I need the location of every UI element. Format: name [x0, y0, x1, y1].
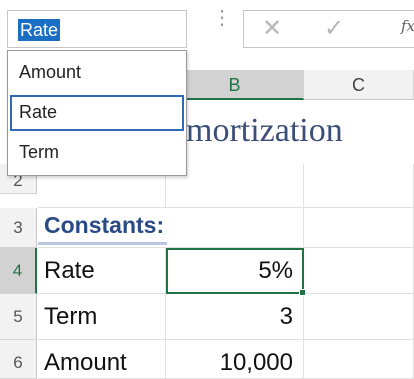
column-header-c[interactable]: C — [304, 70, 414, 100]
close-icon[interactable]: ✕ — [262, 17, 282, 41]
heading-underline — [38, 242, 167, 245]
row-header-6[interactable]: 6 — [0, 340, 37, 379]
cell-a4[interactable]: Rate — [38, 248, 166, 294]
cell-c5[interactable] — [304, 294, 414, 340]
active-cell-border — [166, 248, 304, 294]
name-box-value[interactable]: Rate — [18, 19, 61, 41]
cell-c3[interactable] — [304, 208, 414, 248]
dropdown-item-rate[interactable]: Rate — [10, 95, 184, 131]
row-header-5[interactable]: 5 — [0, 294, 37, 340]
cell-c6[interactable] — [304, 340, 414, 379]
splitter-handle[interactable]: ⋮ — [212, 8, 232, 40]
fill-handle[interactable] — [299, 289, 306, 296]
amount-label: Amount — [44, 349, 127, 376]
cell-c2[interactable] — [304, 164, 414, 208]
dropdown-item-term[interactable]: Term — [10, 135, 184, 171]
cell-b5[interactable]: 3 — [166, 294, 304, 340]
cell-a5[interactable]: Term — [38, 294, 166, 340]
amount-value: 10,000 — [219, 349, 293, 376]
checkmark-icon[interactable]: ✓ — [324, 17, 344, 41]
cell-a6[interactable]: Amount — [38, 340, 166, 379]
title-cell[interactable]: mortization — [166, 100, 414, 164]
formula-bar[interactable]: ✕ ✓ — [243, 10, 414, 48]
constants-heading: Constants: — [44, 212, 165, 238]
formula-toolbar: Rate ⋮ ✕ ✓ fx — [0, 0, 414, 52]
fx-label[interactable]: fx — [401, 17, 414, 35]
row-header-4[interactable]: 4 — [0, 248, 37, 294]
row-header-3[interactable]: 3 — [0, 208, 37, 248]
dropdown-item-amount[interactable]: Amount — [10, 55, 184, 91]
cell-c4[interactable] — [304, 248, 414, 294]
cell-b3[interactable] — [166, 208, 304, 248]
term-value: 3 — [279, 303, 293, 330]
name-box[interactable]: Rate — [7, 10, 187, 48]
term-label: Term — [44, 303, 98, 330]
name-box-dropdown: Amount Rate Term — [7, 50, 187, 176]
sheet-title: mortization — [186, 112, 343, 149]
rate-label: Rate — [44, 257, 95, 284]
cell-b6[interactable]: 10,000 — [166, 340, 304, 379]
